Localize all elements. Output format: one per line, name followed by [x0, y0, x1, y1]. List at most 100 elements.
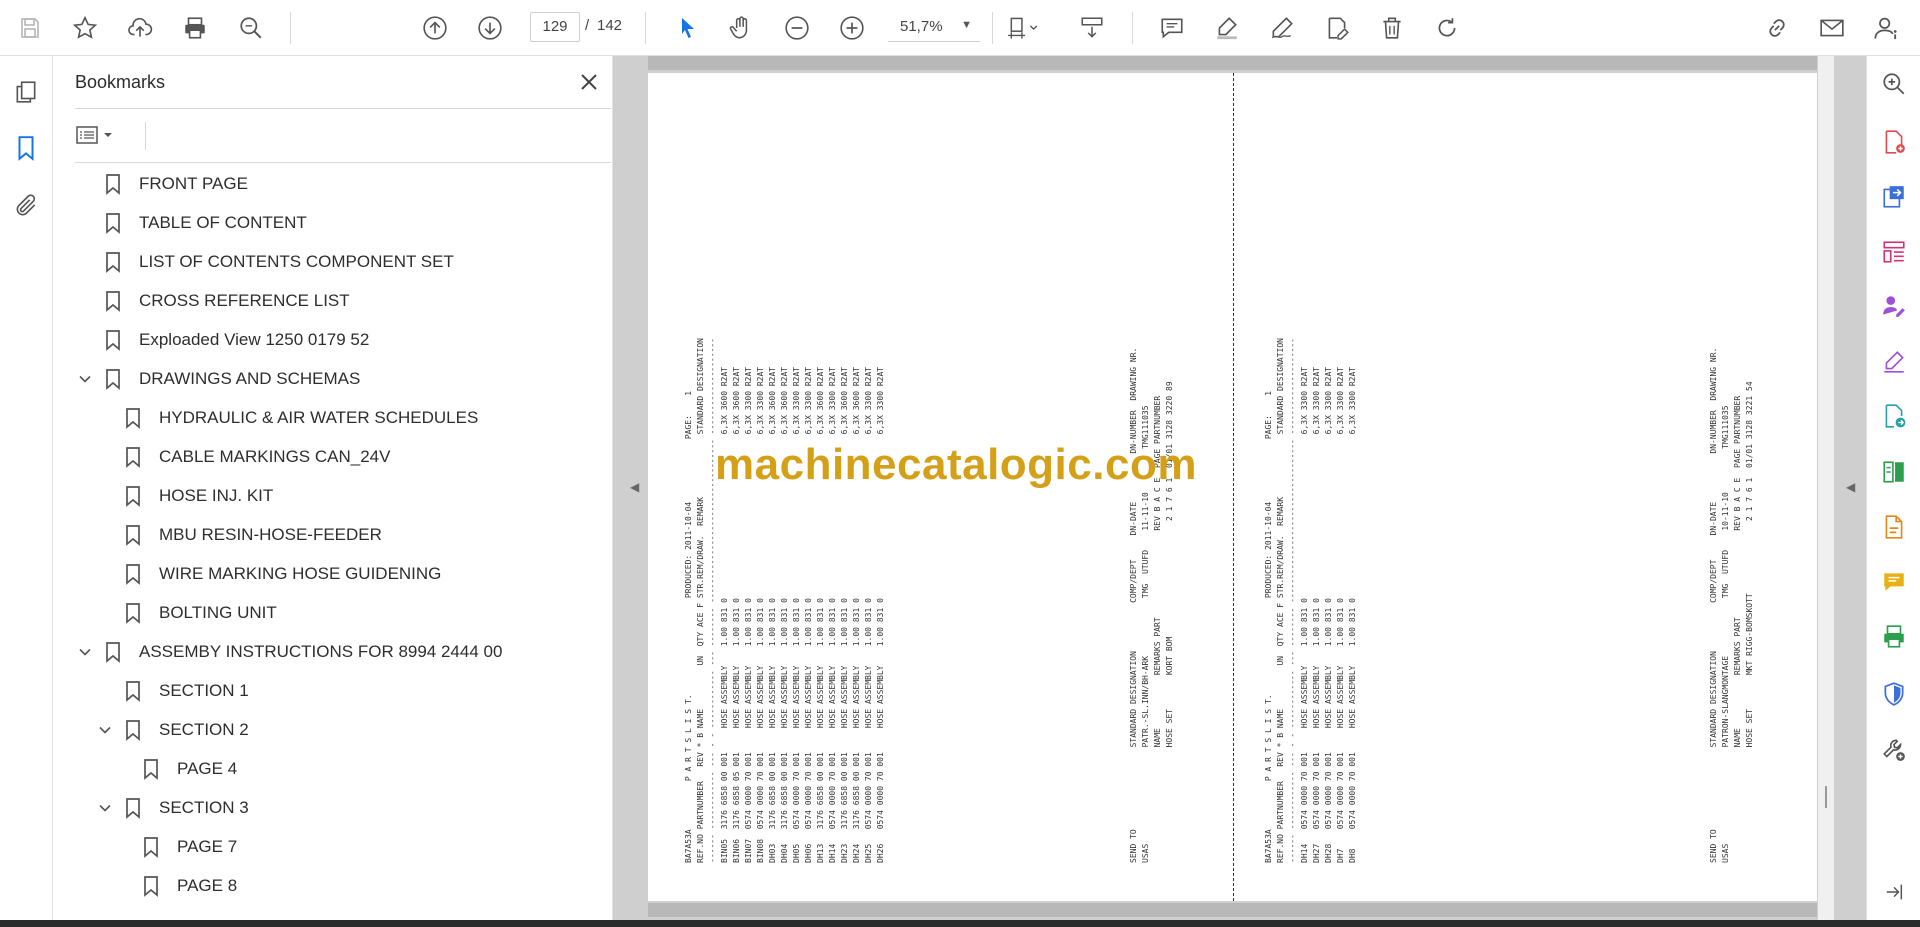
tools-rail [1866, 56, 1920, 920]
bookmark-item[interactable]: ASSEMBY INSTRUCTIONS FOR 8994 2444 00 [75, 634, 502, 670]
parts-list-right: BA7A53A P A R T S L I S T. PRODUCED: 201… [1263, 338, 1359, 863]
page-thumbnails-button[interactable] [10, 76, 42, 108]
zoom-in-button[interactable] [832, 8, 872, 48]
create-pdf-button[interactable] [1878, 126, 1910, 158]
bookmark-item[interactable]: CROSS REFERENCE LIST [75, 283, 350, 319]
delete-button[interactable] [1372, 8, 1412, 48]
parts-list-line: USAS PATR.-SL.INN/BH-ARK TMG UTUFD 11-11… [1141, 405, 1150, 863]
expand-tools-button[interactable] [1878, 876, 1910, 908]
bookmark-icon [13, 135, 39, 161]
bookmark-item[interactable]: LIST OF CONTENTS COMPONENT SET [75, 244, 454, 280]
protect-button[interactable] [1878, 678, 1910, 710]
page-fit-button[interactable] [1003, 8, 1043, 48]
bookmark-icon [121, 601, 145, 625]
attachments-button[interactable] [10, 190, 42, 222]
chevron-down-icon[interactable] [75, 369, 95, 389]
save-button[interactable] [10, 8, 50, 48]
previous-page-button[interactable] [415, 8, 455, 48]
bookmark-icon [121, 562, 145, 586]
scrollbar-thumb[interactable] [1825, 786, 1827, 808]
parts-list-line: BIN08 0574 0000 70 001 HOSE ASSEMBLY 1.0… [756, 366, 765, 863]
document-scrollbar[interactable] [1818, 56, 1834, 920]
bookmark-item[interactable]: PAGE 7 [113, 829, 237, 865]
bookmark-item[interactable]: SECTION 3 [95, 790, 249, 826]
favorite-button[interactable] [65, 8, 105, 48]
next-page-button[interactable] [470, 8, 510, 48]
bookmark-item[interactable]: TABLE OF CONTENT [75, 205, 307, 241]
bookmark-item[interactable]: SECTION 1 [95, 673, 249, 709]
chevron-down-icon[interactable] [95, 720, 115, 740]
parts-list-line: REF.NO PARTNUMBER REV * B NAME UN QTY AC… [696, 338, 705, 863]
fill-and-sign-button[interactable] [1878, 346, 1910, 378]
bookmark-icon [139, 835, 163, 859]
toolbar-divider [290, 12, 291, 44]
bookmark-icon [121, 796, 145, 820]
envelope-icon [1818, 15, 1846, 41]
edit-pdf-button[interactable] [1878, 511, 1910, 543]
bookmark-item[interactable]: HOSE INJ. KIT [95, 478, 273, 514]
bookmark-label: BOLTING UNIT [159, 603, 277, 622]
scroll-mode-button[interactable] [1072, 8, 1112, 48]
star-icon [72, 15, 98, 41]
bookmark-item[interactable]: PAGE 8 [113, 868, 237, 904]
find-button[interactable] [231, 8, 271, 48]
zoom-level-value: 51,7% [900, 18, 943, 35]
bookmark-item[interactable]: BOLTING UNIT [95, 595, 277, 631]
arrow-up-circle-icon [422, 15, 448, 41]
export-pdf-button[interactable] [1878, 181, 1910, 213]
bookmark-item[interactable]: PAGE 4 [113, 751, 237, 787]
scan-ocr-button[interactable] [1878, 621, 1910, 653]
fill-sign-button[interactable] [1317, 8, 1357, 48]
compare-files-button[interactable] [1878, 456, 1910, 488]
bookmark-icon [139, 757, 163, 781]
zoom-out-button[interactable] [777, 8, 817, 48]
bookmark-item[interactable]: CABLE MARKINGS CAN_24V [95, 439, 390, 475]
bookmark-item[interactable]: Exploaded View 1250 0179 52 [75, 322, 369, 358]
bookmark-item[interactable]: DRAWINGS AND SCHEMAS [75, 361, 360, 397]
zoom-level-dropdown[interactable]: 51,7% ▼ [888, 12, 980, 42]
wrench-icon [1881, 737, 1907, 763]
collapse-left-panel-button[interactable]: ◀ [630, 480, 639, 494]
bookmark-item[interactable]: MBU RESIN-HOSE-FEEDER [95, 517, 382, 553]
email-button[interactable] [1812, 8, 1852, 48]
draw-button[interactable] [1262, 8, 1302, 48]
bookmark-item[interactable]: FRONT PAGE [75, 166, 248, 202]
redo-button[interactable] [1427, 8, 1467, 48]
bookmarks-panel-button[interactable] [10, 132, 42, 164]
search-tool-button[interactable] [1878, 68, 1910, 100]
parts-list-line: DH05 0574 0000 70 001 HOSE ASSEMBLY 1.00… [792, 366, 801, 863]
select-tool-button[interactable] [668, 8, 708, 48]
print-button[interactable] [175, 8, 215, 48]
parts-list-right-footer: SEND TO STANDARD DESIGNATION COMP/DEPT D… [1708, 348, 1756, 863]
page-number-input[interactable]: 129 [530, 12, 580, 42]
parts-list-left: BA7A53A P A R T S L I S T. PRODUCED: 201… [683, 338, 887, 863]
bookmark-item[interactable]: SECTION 2 [95, 712, 249, 748]
share-link-button[interactable] [1757, 8, 1797, 48]
parts-list-line: HOSE SET KORT BOM 2 1 7 6 1 01/01 3128 3… [1165, 381, 1174, 863]
comment-tool-button[interactable] [1878, 566, 1910, 598]
highlight-button[interactable] [1207, 8, 1247, 48]
fill-sign-icon [1881, 349, 1907, 375]
chevron-down-icon[interactable] [75, 642, 95, 662]
bookmark-label: PAGE 8 [177, 876, 238, 895]
comment-button[interactable] [1152, 8, 1192, 48]
bookmark-item[interactable]: HYDRAULIC & AIR WATER SCHEDULES [95, 400, 478, 436]
main-toolbar: 129 / 142 51,7% ▼ [0, 0, 1920, 56]
more-tools-button[interactable] [1878, 734, 1910, 766]
organize-pages-button[interactable] [1878, 236, 1910, 268]
account-button[interactable] [1867, 8, 1907, 48]
bookmark-item[interactable]: WIRE MARKING HOSE GUIDENING [95, 556, 441, 592]
chevron-down-icon[interactable] [95, 798, 115, 818]
upload-button[interactable] [120, 8, 160, 48]
toolbar-divider [992, 12, 993, 44]
hand-tool-button[interactable] [721, 8, 761, 48]
bookmark-options-button[interactable] [75, 118, 125, 152]
hand-icon [728, 15, 754, 41]
parts-list-line: DH27 0574 0000 70 001 HOSE ASSEMBLY 1.00… [1312, 366, 1321, 863]
request-signatures-button[interactable] [1878, 290, 1910, 322]
send-for-review-button[interactable] [1878, 400, 1910, 432]
close-panel-button[interactable] [573, 66, 605, 98]
parts-list-line: DH13 3176 6858 00 001 HOSE ASSEMBLY 1.00… [816, 366, 825, 863]
collapse-right-panel-button[interactable]: ◀ [1846, 480, 1855, 494]
